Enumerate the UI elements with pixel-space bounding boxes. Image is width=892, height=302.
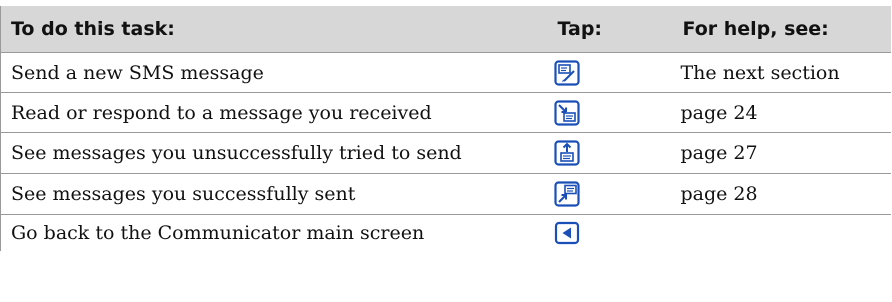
task-table: To do this task: Tap: For help, see: Sen… bbox=[0, 6, 891, 251]
help-cell: The next section bbox=[672, 52, 891, 93]
header-task: To do this task: bbox=[0, 6, 548, 53]
task-cell: Send a new SMS message bbox=[0, 52, 548, 93]
tap-cell bbox=[548, 215, 673, 252]
inbox-icon[interactable] bbox=[553, 99, 580, 126]
table-row: Go back to the Communicator main screen bbox=[0, 214, 891, 252]
tap-cell bbox=[547, 173, 673, 215]
header-help: For help, see: bbox=[672, 6, 891, 53]
back-arrow-icon[interactable] bbox=[554, 220, 580, 246]
tap-cell bbox=[547, 132, 673, 174]
help-cell: page 24 bbox=[672, 92, 891, 133]
new-message-icon[interactable] bbox=[553, 59, 580, 86]
tap-cell bbox=[547, 52, 673, 93]
table-row: Send a new SMS message The next section bbox=[0, 52, 891, 93]
help-cell: page 28 bbox=[672, 173, 891, 215]
table-row: See messages you unsuccessfully tried to… bbox=[0, 132, 891, 174]
task-cell: Go back to the Communicator main screen bbox=[0, 214, 548, 251]
help-cell: page 27 bbox=[672, 132, 891, 174]
header-row: To do this task: Tap: For help, see: bbox=[0, 6, 891, 53]
task-cell: Read or respond to a message you receive… bbox=[0, 92, 548, 133]
outbox-icon[interactable] bbox=[553, 140, 580, 166]
sent-items-icon[interactable] bbox=[553, 181, 580, 207]
tap-cell bbox=[547, 92, 673, 133]
table-row: Read or respond to a message you receive… bbox=[0, 92, 891, 133]
table-row: See messages you successfully sent page … bbox=[0, 173, 891, 215]
header-tap: Tap: bbox=[547, 6, 673, 53]
task-cell: See messages you unsuccessfully tried to… bbox=[0, 132, 548, 174]
help-cell bbox=[673, 215, 891, 252]
task-cell: See messages you successfully sent bbox=[0, 173, 548, 215]
